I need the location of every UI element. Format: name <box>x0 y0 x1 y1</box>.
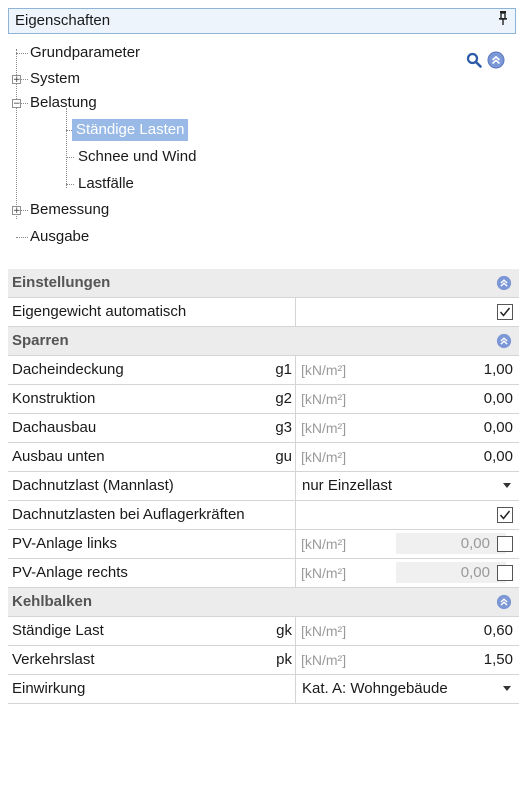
property-unit: [kN/m²] <box>301 391 347 407</box>
property-symbol: gk <box>276 622 292 639</box>
navigation-tree: + − + Grundparameter System Belastung St… <box>8 42 516 256</box>
property-row: PV-Anlage links [kN/m²] 0,00 <box>8 530 519 559</box>
property-label: Ständige Last <box>12 622 104 639</box>
property-label: Dachausbau <box>12 419 97 436</box>
property-label: Dacheindeckung <box>12 361 124 378</box>
property-row: Dacheindeckung g1 [kN/m²] 1,00 <box>8 356 519 385</box>
chevron-down-icon[interactable] <box>503 686 511 691</box>
collapse-category-icon[interactable] <box>496 275 512 295</box>
property-symbol: g1 <box>275 361 292 378</box>
property-unit: [kN/m²] <box>301 652 347 668</box>
property-symbol: pk <box>276 651 292 668</box>
tree-item-lastfaelle[interactable]: Lastfälle <box>78 173 134 195</box>
pv-links-value: 0,00 <box>460 535 490 552</box>
property-label: Dachnutzlasten bei Auflagerkräften <box>12 506 245 523</box>
property-symbol: g3 <box>275 419 292 436</box>
expand-bemessung-icon[interactable]: + <box>12 206 21 216</box>
property-unit: [kN/m²] <box>301 565 347 581</box>
collapse-category-icon[interactable] <box>496 333 512 353</box>
search-icon[interactable] <box>466 52 482 72</box>
property-row: Eigengewicht automatisch <box>8 298 519 327</box>
category-einstellungen[interactable]: Einstellungen <box>8 269 519 298</box>
collapse-belastung-icon[interactable]: − <box>12 99 21 109</box>
tree-item-grundparameter[interactable]: Grundparameter <box>30 42 140 64</box>
category-title: Einstellungen <box>12 274 111 291</box>
dachnutzlast-select[interactable]: nur Einzellast <box>302 477 392 494</box>
property-symbol: g2 <box>275 390 292 407</box>
property-row: PV-Anlage rechts [kN/m²] 0,00 <box>8 559 519 588</box>
category-title: Sparren <box>12 332 69 349</box>
tree-item-schnee-und-wind[interactable]: Schnee und Wind <box>78 146 196 168</box>
tree-item-bemessung[interactable]: Bemessung <box>30 199 109 221</box>
ausbau-unten-value[interactable]: 0,00 <box>484 448 513 465</box>
property-row: Dachnutzlast (Mannlast) nur Einzellast <box>8 472 519 501</box>
collapse-category-icon[interactable] <box>496 594 512 614</box>
category-title: Kehlbalken <box>12 593 93 610</box>
property-row: Ständige Last gk [kN/m²] 0,60 <box>8 617 519 646</box>
property-unit: [kN/m²] <box>301 362 347 378</box>
property-unit: [kN/m²] <box>301 623 347 639</box>
property-unit: [kN/m²] <box>301 536 347 552</box>
category-sparren[interactable]: Sparren <box>8 327 519 356</box>
pv-links-checkbox[interactable] <box>497 536 513 552</box>
property-label: Konstruktion <box>12 390 96 407</box>
panel-title: Eigenschaften <box>15 12 111 29</box>
property-unit: [kN/m²] <box>301 449 347 465</box>
auflagerkraefte-checkbox[interactable] <box>497 507 513 523</box>
property-label: Einwirkung <box>12 680 86 697</box>
property-unit: [kN/m²] <box>301 420 347 436</box>
einwirkung-select[interactable]: Kat. A: Wohngebäude <box>302 680 448 697</box>
pin-icon[interactable] <box>498 11 508 28</box>
property-label: Eigengewicht automatisch <box>12 303 187 320</box>
pv-rechts-checkbox[interactable] <box>497 565 513 581</box>
tree-item-belastung[interactable]: Belastung <box>30 92 97 114</box>
konstruktion-value[interactable]: 0,00 <box>484 390 513 407</box>
pv-rechts-value: 0,00 <box>460 564 490 581</box>
property-row: Dachausbau g3 [kN/m²] 0,00 <box>8 414 519 443</box>
property-row: Konstruktion g2 [kN/m²] 0,00 <box>8 385 519 414</box>
property-label: PV-Anlage links <box>12 535 118 552</box>
dacheindeckung-value[interactable]: 1,00 <box>484 361 513 378</box>
property-grid: Einstellungen Eigengewicht automatisch S… <box>8 269 519 704</box>
category-kehlbalken[interactable]: Kehlbalken <box>8 588 519 617</box>
property-label: Verkehrslast <box>12 651 95 668</box>
collapse-all-icon[interactable] <box>487 51 505 73</box>
expand-system-icon[interactable]: + <box>12 75 21 85</box>
chevron-down-icon[interactable] <box>503 483 511 488</box>
property-label: Dachnutzlast (Mannlast) <box>12 477 174 494</box>
property-row: Einwirkung Kat. A: Wohngebäude <box>8 675 519 704</box>
verkehrslast-value[interactable]: 1,50 <box>484 651 513 668</box>
property-label: Ausbau unten <box>12 448 105 465</box>
property-row: Verkehrslast pk [kN/m²] 1,50 <box>8 646 519 675</box>
property-label: PV-Anlage rechts <box>12 564 128 581</box>
tree-item-staendige-lasten[interactable]: Ständige Lasten <box>72 119 189 141</box>
properties-panel-header: Eigenschaften <box>8 8 516 34</box>
dachausbau-value[interactable]: 0,00 <box>484 419 513 436</box>
eigengewicht-checkbox[interactable] <box>497 304 513 320</box>
property-symbol: gu <box>275 448 292 465</box>
property-row: Ausbau unten gu [kN/m²] 0,00 <box>8 443 519 472</box>
staendige-last-value[interactable]: 0,60 <box>484 622 513 639</box>
property-row: Dachnutzlasten bei Auflagerkräften <box>8 501 519 530</box>
tree-item-ausgabe[interactable]: Ausgabe <box>30 226 89 248</box>
tree-item-system[interactable]: System <box>30 68 80 90</box>
